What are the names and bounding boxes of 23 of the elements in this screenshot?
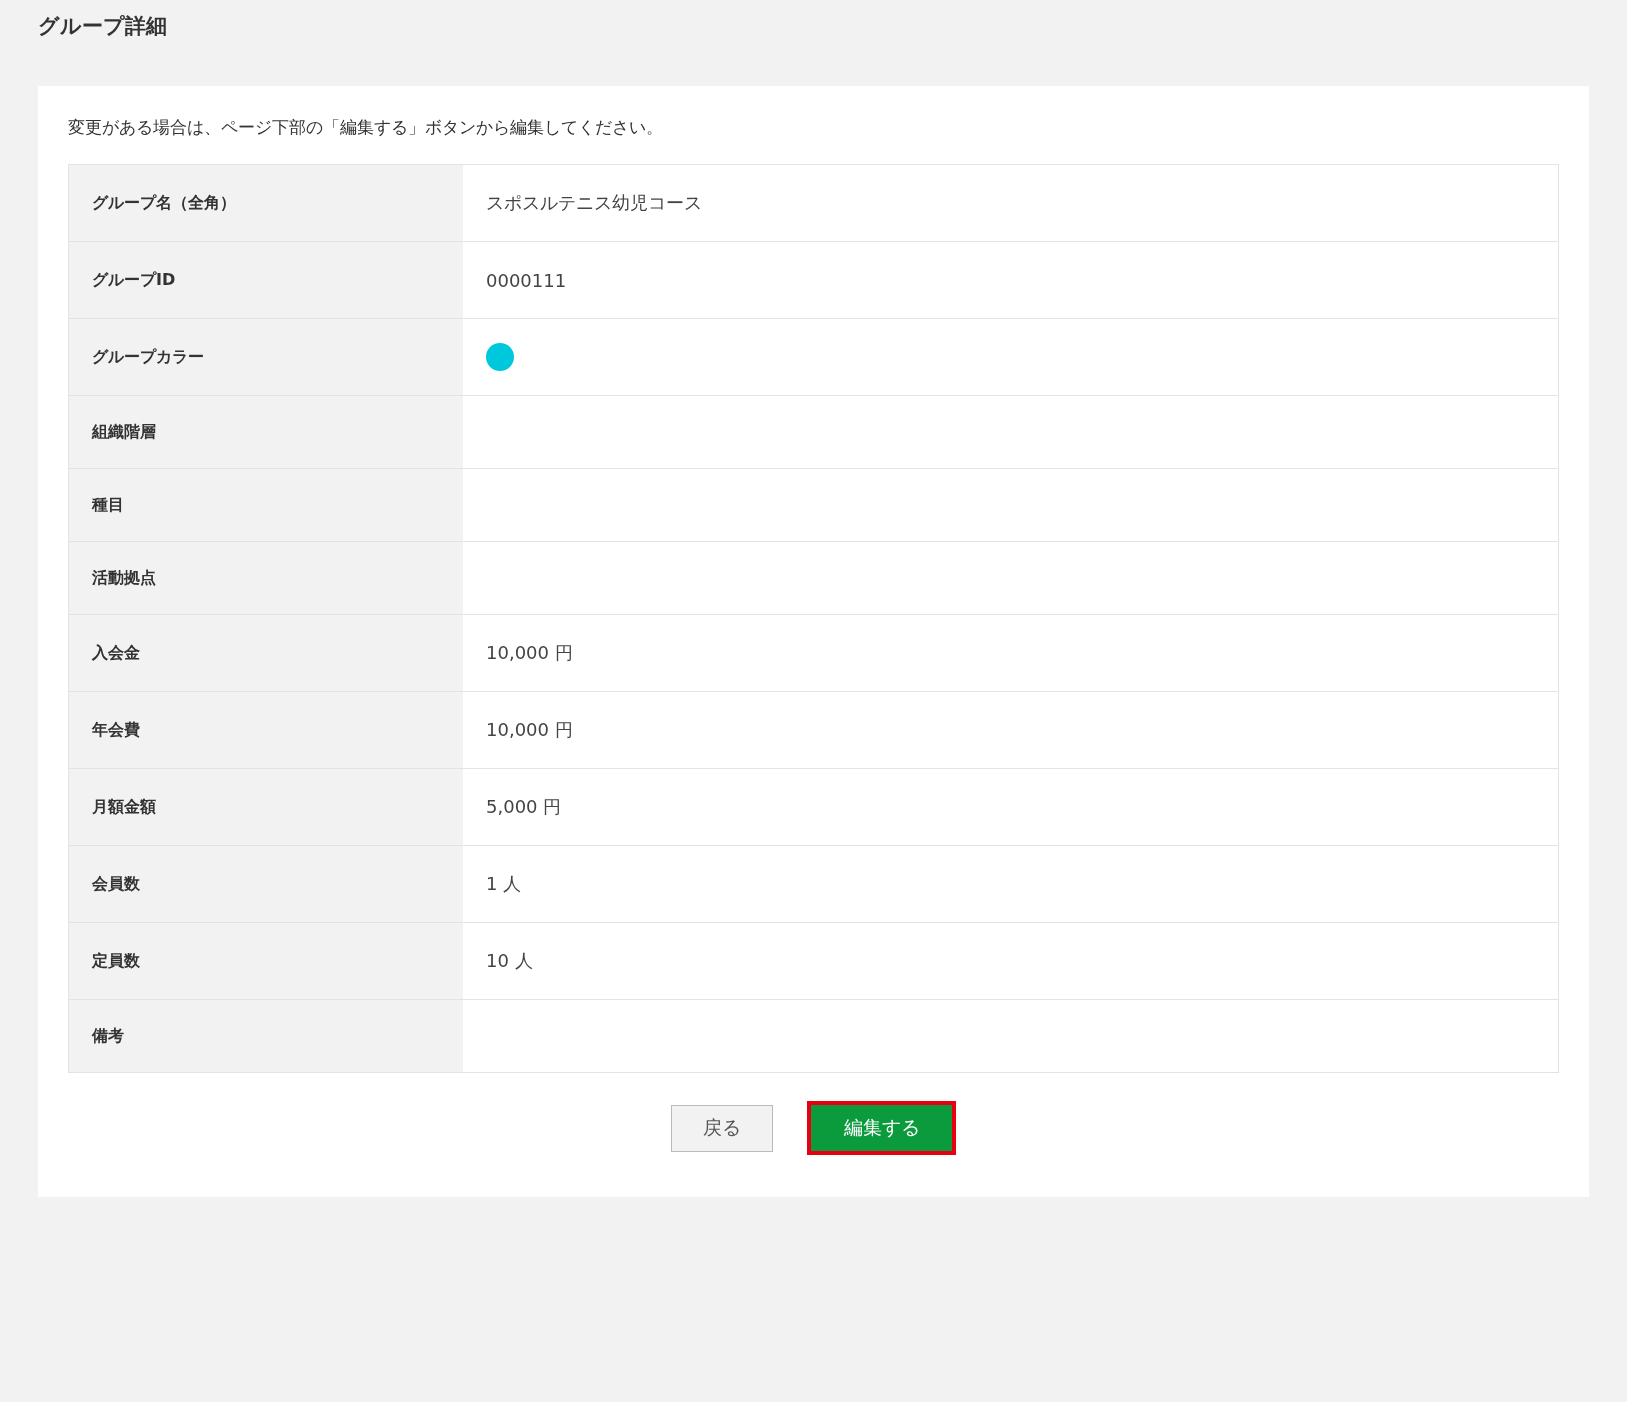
field-value: 5,000 円 (486, 795, 562, 819)
field-label: 組織階層 (69, 396, 463, 468)
notice-text: 変更がある場合は、ページ下部の「編集する」ボタンから編集してください。 (68, 116, 663, 139)
back-button[interactable]: 戻る (671, 1104, 773, 1152)
field-label: 会員数 (69, 846, 463, 922)
field-label: グループ名（全角） (69, 165, 463, 241)
field-label: 定員数 (69, 923, 463, 999)
field-label: 種目 (69, 469, 463, 541)
field-label: 活動拠点 (69, 542, 463, 614)
field-value: 1 人 (486, 872, 522, 896)
field-label: 月額金額 (69, 769, 463, 845)
page-title: グループ詳細 (38, 13, 167, 40)
field-label: 年会費 (69, 692, 463, 768)
field-label: グループカラー (69, 319, 463, 395)
field-label: 備考 (69, 1000, 463, 1072)
field-value: 10,000 円 (486, 641, 573, 665)
field-value: 10 人 (486, 949, 533, 973)
field-value: 0000111 (486, 269, 567, 291)
field-label: グループID (69, 242, 463, 318)
field-value: スポスルテニス幼児コース (486, 191, 702, 215)
field-value: 10,000 円 (486, 718, 573, 742)
edit-button[interactable]: 編集する (807, 1101, 956, 1155)
field-label: 入会金 (69, 615, 463, 691)
